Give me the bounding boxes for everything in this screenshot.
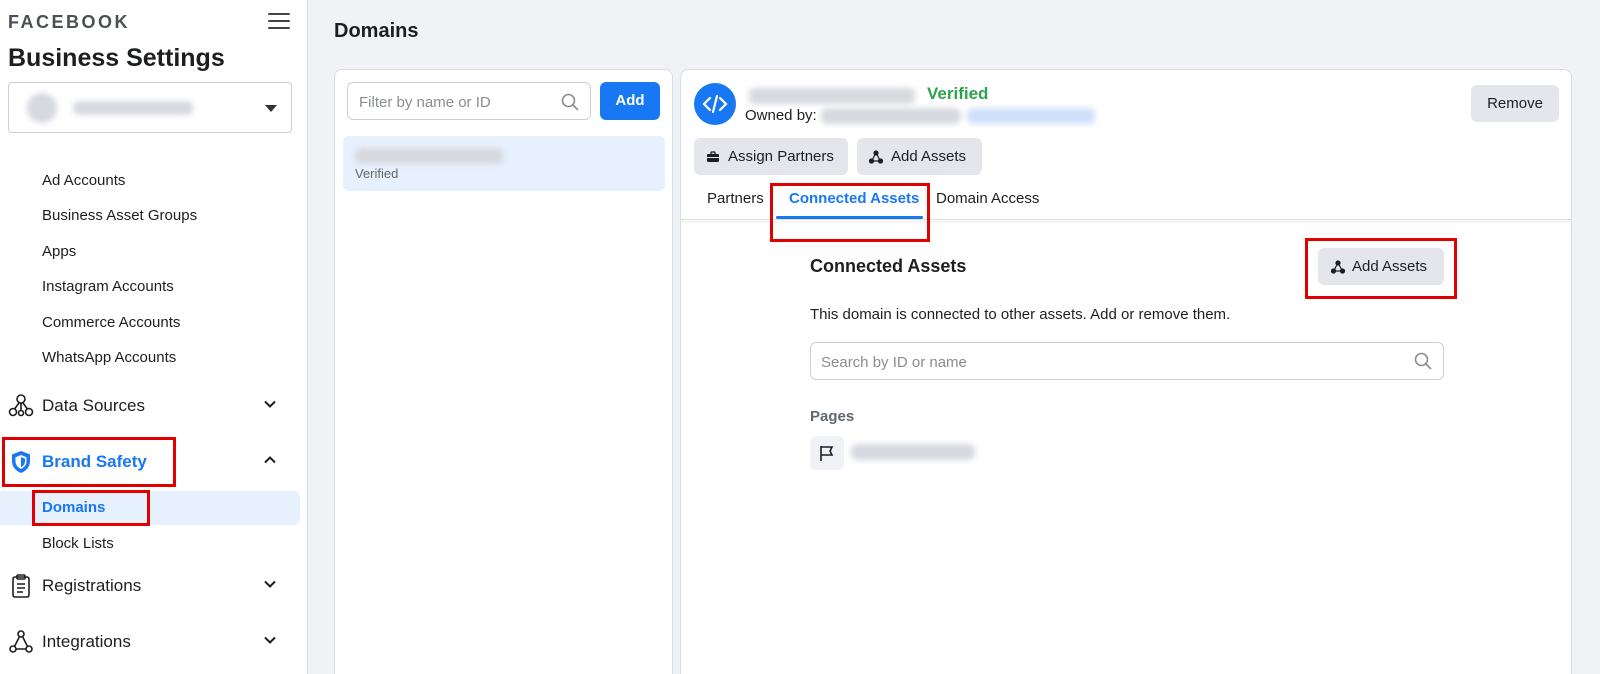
connected-assets-add-button[interactable]: Add Assets <box>1318 248 1444 285</box>
chevron-down-icon <box>264 400 276 408</box>
business-avatar <box>27 93 57 123</box>
verified-badge: Verified <box>927 84 989 103</box>
business-name-redacted <box>73 101 193 115</box>
chevron-down-icon <box>264 636 276 644</box>
domain-list-item[interactable]: Verified <box>343 136 665 191</box>
page-name-redacted <box>851 444 975 460</box>
clipboard-icon <box>12 574 30 598</box>
domain-list-panel: Filter by name or ID Add Verified <box>334 69 673 674</box>
assign-partners-label: Assign Partners <box>728 148 834 165</box>
assets-icon <box>869 150 883 164</box>
chevron-down-icon <box>264 580 276 588</box>
brand-safety-label: Brand Safety <box>42 452 147 471</box>
sidebar-section-data-sources[interactable]: Data Sources <box>0 385 300 425</box>
asset-search-placeholder: Search by ID or name <box>821 354 967 371</box>
connected-assets-description: This domain is connected to other assets… <box>810 306 1231 323</box>
add-assets-button[interactable]: Add Assets <box>857 138 982 175</box>
domain-status: Verified <box>355 166 399 181</box>
registrations-label: Registrations <box>42 576 142 595</box>
sidebar-item-business-asset-groups[interactable]: Business Asset Groups <box>42 207 197 224</box>
sidebar-item-instagram-accounts[interactable]: Instagram Accounts <box>42 278 174 295</box>
assign-partners-button[interactable]: Assign Partners <box>694 138 848 175</box>
data-sources-label: Data Sources <box>42 396 145 415</box>
briefcase-icon <box>707 151 719 162</box>
sidebar-section-registrations[interactable]: Registrations <box>0 565 300 605</box>
remove-button[interactable]: Remove <box>1471 85 1559 122</box>
sidebar-section-integrations[interactable]: Integrations <box>0 621 300 661</box>
add-domain-button[interactable]: Add <box>600 82 660 120</box>
owner-id-redacted <box>967 108 1095 124</box>
flag-icon <box>810 436 844 470</box>
connected-assets-add-label: Add Assets <box>1352 258 1428 275</box>
chevron-up-icon <box>264 456 276 464</box>
sidebar-item-whatsapp-accounts[interactable]: WhatsApp Accounts <box>42 349 176 366</box>
caret-down-icon <box>265 105 277 112</box>
data-sources-icon <box>8 394 34 417</box>
page-title: Domains <box>334 20 419 42</box>
domains-label: Domains <box>42 499 106 516</box>
domain-title-redacted <box>749 88 915 104</box>
domain-detail-panel: Verified Owned by: Remove Assign Partner… <box>680 69 1572 674</box>
integrations-icon <box>9 630 33 653</box>
sidebar: FACEBOOK Business Settings Ad Accounts B… <box>0 0 308 674</box>
tab-connected-assets[interactable]: Connected Assets <box>789 190 919 207</box>
filter-placeholder: Filter by name or ID <box>359 94 491 111</box>
owned-by-label: Owned by: <box>745 107 817 124</box>
add-assets-label: Add Assets <box>891 148 967 165</box>
sidebar-item-commerce-accounts[interactable]: Commerce Accounts <box>42 314 180 331</box>
shield-icon <box>12 451 30 473</box>
hamburger-menu-icon[interactable] <box>268 13 290 31</box>
domain-name-redacted <box>355 148 503 164</box>
detail-tabs: Partners Connected Assets Domain Access <box>681 178 1571 220</box>
pages-label: Pages <box>810 408 855 425</box>
search-icon <box>1414 352 1432 370</box>
sidebar-item-apps[interactable]: Apps <box>42 243 76 260</box>
business-settings-title: Business Settings <box>8 44 225 72</box>
tab-domain-access[interactable]: Domain Access <box>936 190 1039 207</box>
business-account-selector[interactable] <box>8 82 292 133</box>
asset-search-input[interactable]: Search by ID or name <box>810 342 1444 380</box>
owner-name-redacted <box>821 108 961 124</box>
sidebar-item-domains[interactable]: Domains <box>0 491 300 525</box>
sidebar-item-block-lists[interactable]: Block Lists <box>42 535 114 552</box>
connected-assets-title: Connected Assets <box>810 256 967 276</box>
integrations-label: Integrations <box>42 632 131 651</box>
search-icon <box>561 93 579 111</box>
code-icon <box>694 83 736 125</box>
tab-partners[interactable]: Partners <box>707 190 764 207</box>
assets-icon <box>1331 260 1345 274</box>
active-tab-indicator <box>776 216 923 219</box>
sidebar-item-ad-accounts[interactable]: Ad Accounts <box>42 172 125 189</box>
facebook-logo: FACEBOOK <box>8 12 131 32</box>
sidebar-section-brand-safety[interactable]: Brand Safety <box>0 441 300 481</box>
filter-input[interactable]: Filter by name or ID <box>347 82 591 120</box>
